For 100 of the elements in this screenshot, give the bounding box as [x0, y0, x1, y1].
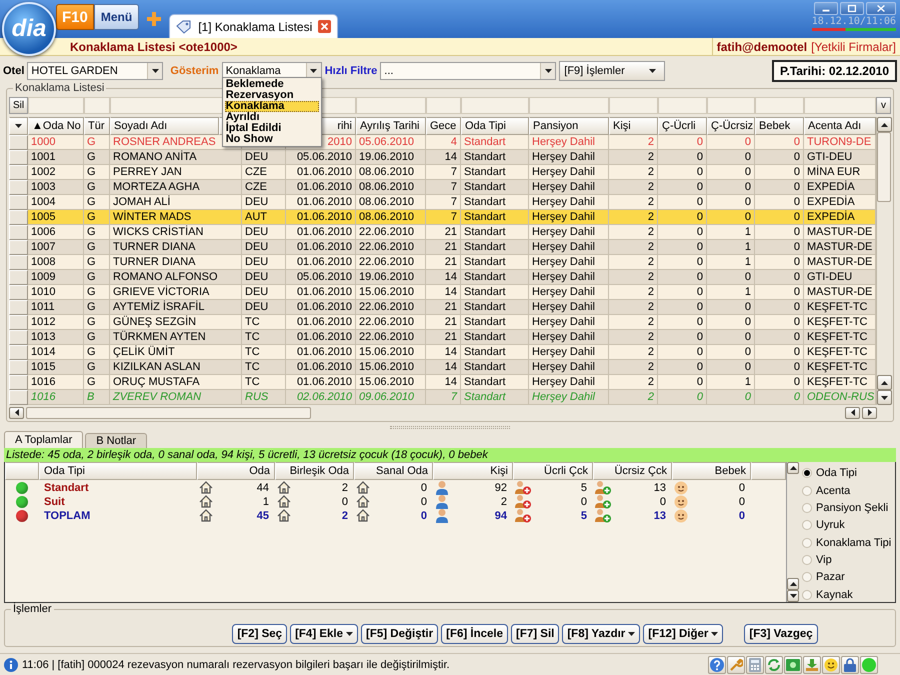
table-row[interactable]: 1014 G ÇELİK ÜMİT TC 01.06.2010 15.06.2010 14 Standart Herşey Dahil 2 0 0 0 KEŞFET-TC: [9, 345, 876, 360]
column-header[interactable]: Tür: [84, 117, 110, 135]
actions-dropdown[interactable]: [F9] İşlemler: [559, 61, 666, 81]
row-selector[interactable]: [9, 210, 28, 225]
column-header[interactable]: Ücrli Çck: [513, 462, 593, 480]
group-by-option[interactable]: Acenta: [799, 483, 895, 498]
action-button[interactable]: [F8] Yazdır: [562, 624, 640, 644]
column-header[interactable]: Kişi: [433, 462, 513, 480]
clear-filter-button[interactable]: Sil: [9, 97, 28, 114]
row-selector[interactable]: [9, 195, 28, 210]
action-button[interactable]: [F2] Seç: [232, 624, 288, 644]
smiley-button[interactable]: [822, 656, 840, 674]
column-header[interactable]: Pansiyon: [529, 117, 609, 135]
menu-option[interactable]: Beklemede: [224, 79, 319, 90]
table-row[interactable]: 1012 G GÜNEŞ SEZGİN TC 01.06.2010 22.06.2010 21 Standart Herşey Dahil 2 0 0 0 KEŞFET-TC: [9, 315, 876, 330]
scroll-thumb[interactable]: [26, 406, 311, 418]
group-by-option[interactable]: Uyruk: [799, 518, 895, 532]
more-button[interactable]: v: [876, 97, 891, 114]
refresh-button[interactable]: [765, 656, 783, 674]
column-menu-button[interactable]: [9, 117, 28, 135]
group-by-option[interactable]: Konaklama Tipi: [799, 536, 895, 550]
row-selector[interactable]: [9, 225, 28, 240]
filter-field[interactable]: [529, 97, 609, 114]
action-button[interactable]: [F5] Değiştir: [361, 624, 438, 644]
row-selector[interactable]: [9, 315, 28, 330]
table-row[interactable]: 1013 G TÜRKMEN AYTEN TC 01.06.2010 22.06.2010 21 Standart Herşey Dahil 2 0 0 0 KEŞFET-TC: [9, 330, 876, 345]
radio-button[interactable]: [802, 590, 812, 600]
filter-field[interactable]: [804, 97, 876, 114]
column-header[interactable]: Ücrsiz Çck: [593, 462, 672, 480]
radio-button[interactable]: [802, 502, 812, 513]
scroll-thumb[interactable]: [877, 132, 891, 202]
row-selector[interactable]: [9, 180, 28, 195]
lock-button[interactable]: [841, 656, 859, 674]
table-row[interactable]: 1010 G GRIEVE VİCTORIA DEU 01.06.2010 15.06.2010 14 Standart Herşey Dahil 2 0 1 0 MASTUR-DE: [9, 285, 876, 300]
filter-field[interactable]: [84, 97, 110, 114]
firms-link[interactable]: [Yetkili Firmalar]: [811, 40, 896, 54]
group-by-option[interactable]: Kaynak: [799, 588, 895, 602]
quick-filter-dropdown[interactable]: ...: [380, 62, 556, 80]
radio-button[interactable]: [802, 486, 812, 496]
action-button[interactable]: [F6] İncele: [441, 624, 508, 644]
row-selector[interactable]: [9, 345, 28, 360]
menu-option[interactable]: İptal Edildi: [224, 123, 319, 134]
column-header[interactable]: Sanal Oda: [354, 462, 433, 480]
cancel-button[interactable]: [F3] Vazgeç: [744, 624, 818, 644]
table-row[interactable]: 1002 G PERREY JAN CZE 01.06.2010 08.06.2010 7 Standart Herşey Dahil 2 0 0 0 MİNA EUR: [9, 165, 876, 180]
table-row[interactable]: 1006 G WICKS CRİSTİAN DEU 01.06.2010 22.06.2010 21 Standart Herşey Dahil 2 0 1 0 MASTUR-DE: [9, 225, 876, 240]
row-selector[interactable]: [9, 375, 28, 390]
calculator-button[interactable]: [746, 656, 764, 674]
row-selector[interactable]: [9, 330, 28, 345]
column-header[interactable]: Gece: [426, 117, 461, 135]
table-row[interactable]: 1007 G TURNER DIANA DEU 01.06.2010 22.06.2010 21 Standart Herşey Dahil 2 0 1 0 MASTUR-DE: [9, 240, 876, 255]
filter-field[interactable]: [658, 97, 707, 114]
column-header[interactable]: Bebek: [755, 117, 804, 135]
row-selector[interactable]: [9, 390, 28, 405]
table-row[interactable]: 1009 G ROMANO ALFONSO DEU 05.06.2010 19.06.2010 14 Standart Herşey Dahil 2 0 0 0 GTI-DEU: [9, 270, 876, 285]
splitter-grip[interactable]: [390, 426, 510, 428]
row-selector[interactable]: [9, 270, 28, 285]
currency-button[interactable]: [784, 656, 802, 674]
row-selector[interactable]: [9, 150, 28, 165]
column-header[interactable]: Oda: [197, 462, 275, 480]
group-by-option[interactable]: Oda Tipi: [799, 466, 895, 480]
column-header[interactable]: Acenta Adı: [804, 117, 876, 135]
table-row[interactable]: 1005 G WİNTER MADS AUT 01.06.2010 08.06.2010 7 Standart Herşey Dahil 2 0 0 0 EXPEDİA: [9, 210, 876, 225]
close-icon[interactable]: [866, 2, 896, 15]
group-by-option[interactable]: Pazar: [799, 570, 895, 585]
action-button[interactable]: [F4] Ekle: [290, 624, 358, 644]
close-icon[interactable]: [318, 20, 332, 33]
column-header[interactable]: Oda Tipi: [461, 117, 529, 135]
column-header[interactable]: Birleşik Oda: [275, 462, 354, 480]
row-selector[interactable]: [9, 285, 28, 300]
table-row[interactable]: 1001 G ROMANO ANİTA DEU 05.06.2010 19.06.2010 14 Standart Herşey Dahil 2 0 0 0 GTI-DEU: [9, 150, 876, 165]
filter-field[interactable]: [755, 97, 804, 114]
filter-field[interactable]: [426, 97, 461, 114]
table-row[interactable]: 1015 G KIZILKAN ASLAN TC 01.06.2010 15.06.2010 14 Standart Herşey Dahil 2 0 0 0 KEŞFET-TC: [9, 360, 876, 375]
action-button[interactable]: [F7] Sil: [511, 624, 560, 644]
column-header[interactable]: Ayrılış Tarihi: [356, 117, 426, 135]
document-tab[interactable]: [1] Konaklama Listesi: [169, 14, 338, 38]
panel-tab[interactable]: A Toplamlar: [4, 431, 84, 448]
radio-button[interactable]: [802, 572, 812, 582]
menu-option[interactable]: Konaklama: [224, 101, 319, 112]
filter-field[interactable]: [356, 97, 426, 114]
table-row[interactable]: 1008 G TURNER DIANA DEU 01.06.2010 22.06.2010 21 Standart Herşey Dahil 2 0 1 0 MASTUR-DE: [9, 255, 876, 270]
settings-button[interactable]: [727, 656, 745, 674]
column-header[interactable]: Bebek: [672, 462, 751, 480]
vertical-scrollbar[interactable]: [876, 117, 891, 405]
panel-tab[interactable]: B Notlar: [85, 433, 148, 448]
column-header[interactable]: Ç-Ücrli: [658, 117, 707, 135]
filter-field[interactable]: [28, 97, 84, 114]
row-selector[interactable]: [9, 255, 28, 270]
online-button[interactable]: [860, 656, 878, 674]
column-header[interactable]: Kişi: [609, 117, 658, 135]
row-selector[interactable]: [9, 240, 28, 255]
download-button[interactable]: [803, 656, 821, 674]
table-row[interactable]: 1004 G JOMAH ALİ DEU 01.06.2010 08.06.2010 7 Standart Herşey Dahil 2 0 0 0 EXPEDİA: [9, 195, 876, 210]
row-selector[interactable]: [9, 360, 28, 375]
action-button[interactable]: [F12] Diğer: [643, 624, 724, 644]
menu-option[interactable]: Rezervasyon: [224, 90, 319, 101]
group-by-option[interactable]: Vip: [799, 552, 895, 568]
column-header[interactable]: Ç-Ücrsiz: [707, 117, 755, 135]
group-by-option[interactable]: Pansiyon Şekli: [799, 500, 895, 516]
